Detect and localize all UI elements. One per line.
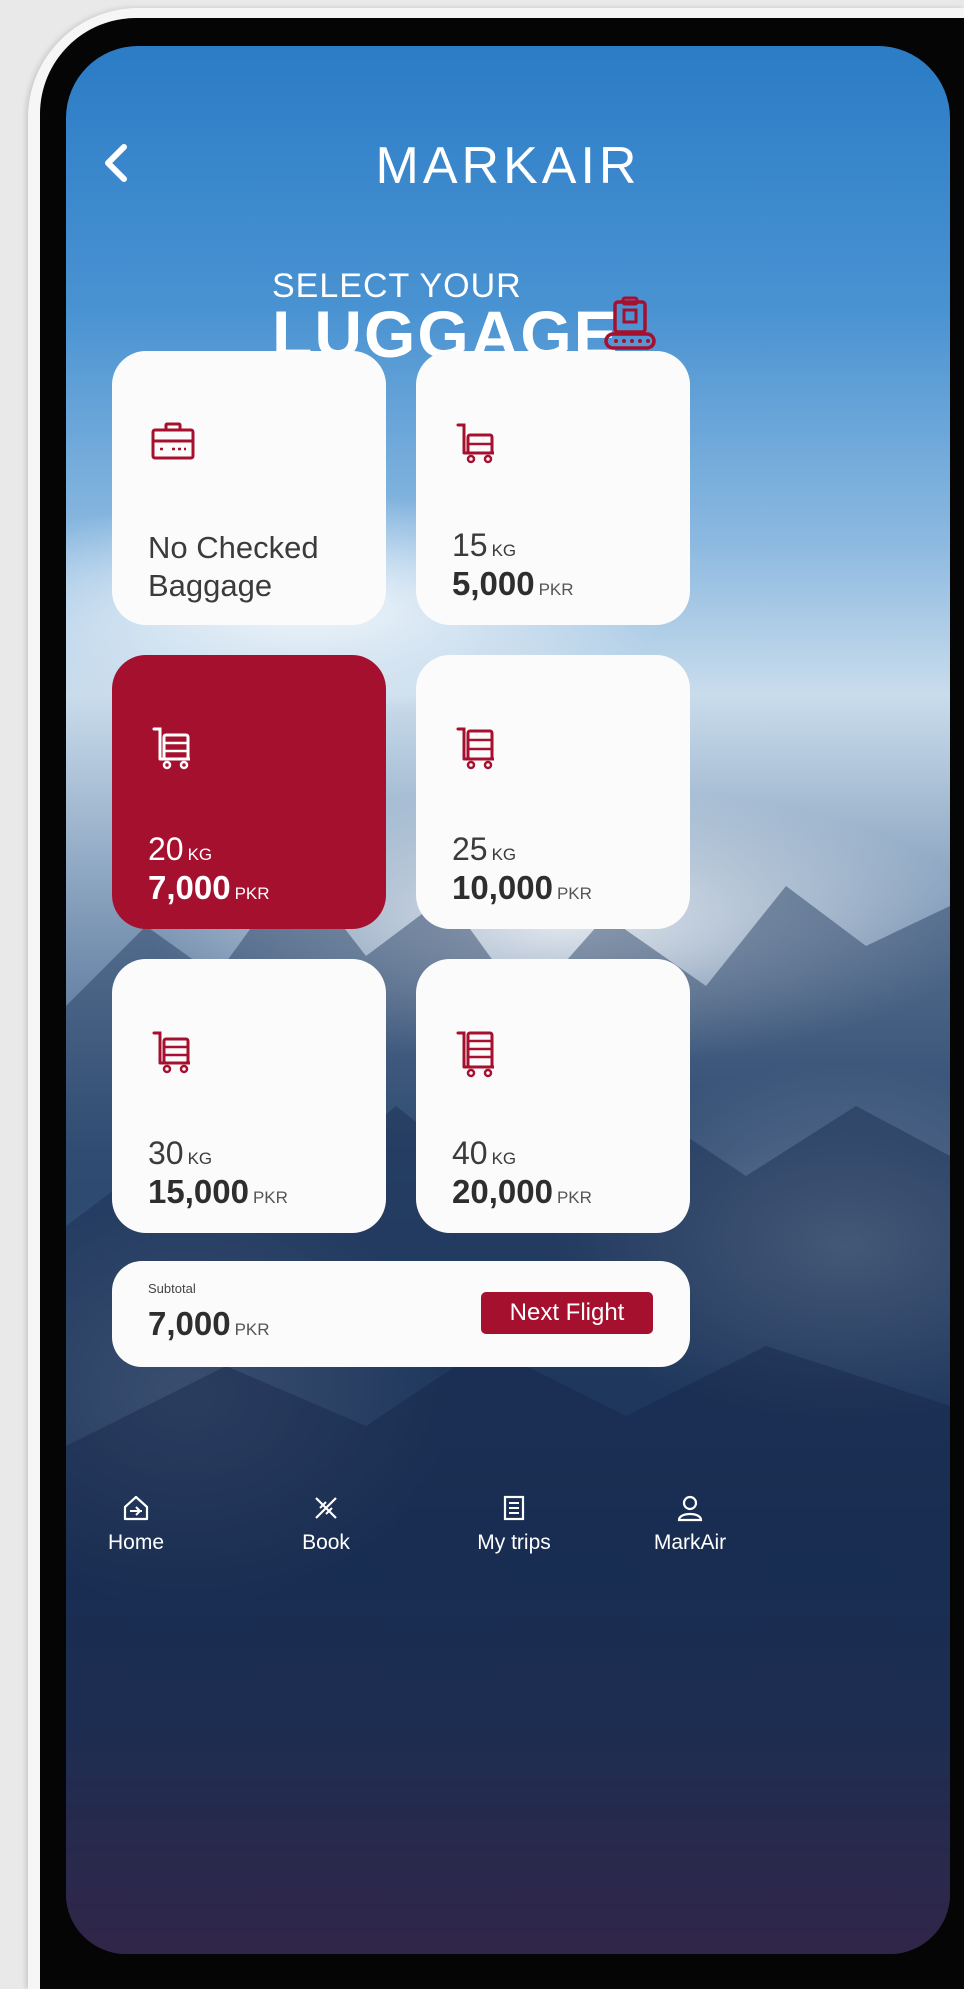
nav-label: My trips [477,1531,551,1554]
option-weight: 15 KG [452,527,517,563]
option-price: 20,000 PKR [452,1173,592,1210]
subtotal-bar: Subtotal 7,000 PKR Next Flight [112,1261,690,1367]
option-weight: 40 KG [452,1135,517,1171]
luggage-trolley-icon [152,1031,190,1074]
nav-my-trips[interactable]: My trips [454,1494,574,1555]
trips-list-icon [503,1495,525,1521]
nav-label: Book [302,1531,350,1554]
subtotal-price: 7,000 PKR [148,1305,270,1342]
option-weight: 20 KG [148,831,213,867]
next-flight-button[interactable]: Next Flight [481,1292,653,1334]
nav-label: MarkAir [653,1531,727,1554]
option-price: 5,000 PKR [452,565,574,602]
profile-icon [677,1495,703,1522]
baggage-option-30kg[interactable]: 30 KG 15,000 PKR [112,959,386,1233]
book-plane-icon [315,1497,337,1519]
luggage-trolley-icon [456,727,494,770]
baggage-option-40kg[interactable]: 40 KG 20,000 PKR [416,959,690,1233]
briefcase-icon [151,422,195,460]
app-screen: MARKAIR SELECT YOUR LUGGAGE No Checked B… [66,46,950,1954]
option-label: No Checked Baggage [148,530,319,603]
option-weight: 25 KG [452,831,517,867]
luggage-trolley-icon [456,1031,494,1078]
option-price: 7,000 PKR [148,869,270,906]
option-price: 10,000 PKR [452,869,592,906]
luggage-conveyor-icon [604,296,656,350]
markair-logo: MARKAIR [375,137,641,195]
baggage-option-none[interactable]: No Checked Baggage [112,351,386,625]
subtotal-label: Subtotal [148,1281,196,1296]
option-price: 15,000 PKR [148,1173,288,1210]
baggage-option-15kg[interactable]: 15 KG 5,000 PKR [416,351,690,625]
nav-label: Home [107,1531,165,1554]
option-weight: 30 KG [148,1135,213,1171]
nav-book[interactable]: Book [276,1494,376,1555]
luggage-trolley-icon [152,727,190,770]
baggage-option-25kg[interactable]: 25 KG 10,000 PKR [416,655,690,929]
baggage-option-20kg[interactable]: 20 KG 7,000 PKR [112,655,386,929]
nav-markair[interactable]: MarkAir [640,1494,740,1555]
nav-home[interactable]: Home [86,1494,186,1555]
home-plane-icon [123,1495,149,1521]
luggage-trolley-icon [456,423,494,464]
